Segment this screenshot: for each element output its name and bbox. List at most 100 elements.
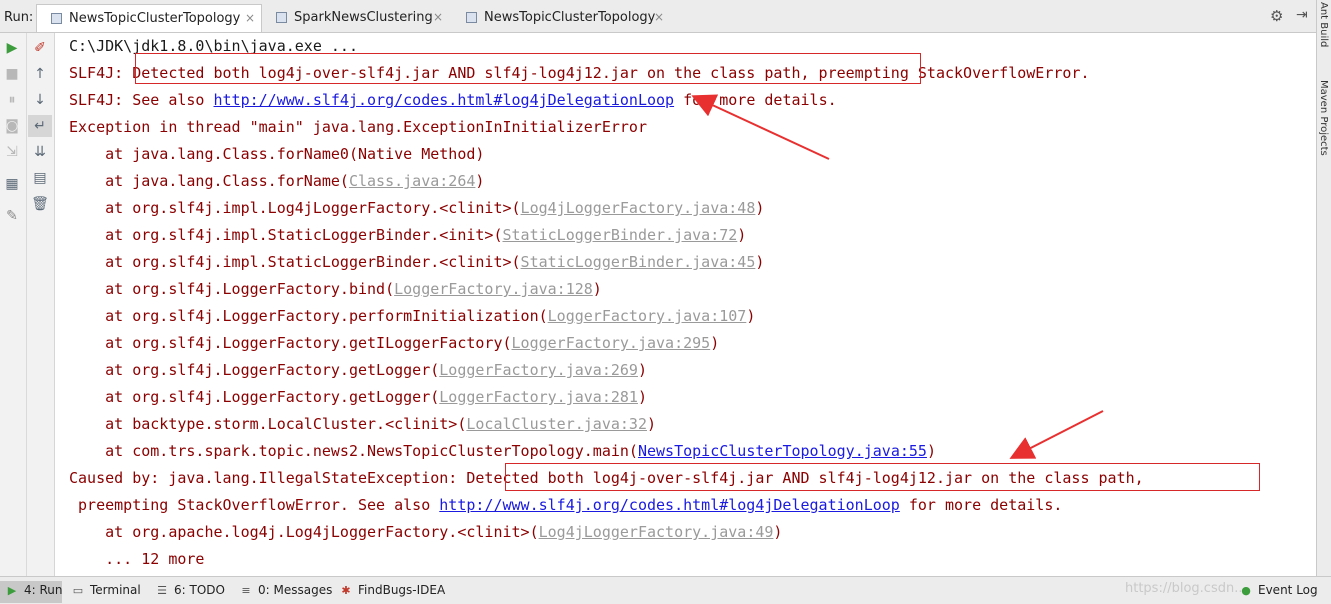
source-link[interactable]: LoggerFactory.java:107 bbox=[548, 307, 747, 325]
application-icon bbox=[51, 13, 62, 24]
source-link[interactable]: LoggerFactory.java:269 bbox=[439, 361, 638, 379]
scroll-to-end-icon[interactable]: ⇊ bbox=[28, 141, 52, 163]
terminal-icon: ▭ bbox=[72, 584, 84, 597]
gear-icon[interactable]: ⚙ bbox=[1270, 7, 1283, 25]
console-line-text: at org.slf4j.LoggerFactory.performInitia… bbox=[69, 307, 548, 325]
toolbar-divider bbox=[26, 33, 27, 576]
tool-terminal[interactable]: ▭ Terminal bbox=[66, 581, 150, 603]
tool-todo[interactable]: ☰ 6: TODO bbox=[150, 581, 230, 603]
tool-messages[interactable]: ≡ 0: Messages bbox=[234, 581, 333, 603]
annotation-arrow bbox=[1009, 410, 1104, 459]
run-toolbar: ▶ ■ ⏸ ◙ ⇲ ▦ ✎ ✐ ↑ ↓ ↵ ⇊ ▤ 🗑 bbox=[0, 33, 54, 576]
console-line-text: at org.slf4j.LoggerFactory.getILoggerFac… bbox=[69, 334, 512, 352]
console-line-suffix: ) bbox=[710, 334, 720, 352]
tab-label: NewsTopicClusterTopology bbox=[484, 10, 656, 25]
tab-news-topic-cluster-topology[interactable]: NewsTopicClusterTopology × bbox=[36, 4, 262, 32]
tool-label: 6: TODO bbox=[174, 583, 225, 597]
console-line-text: at org.slf4j.LoggerFactory.bind( bbox=[69, 280, 395, 298]
print-icon[interactable]: ▤ bbox=[28, 167, 52, 189]
tool-label: Terminal bbox=[90, 583, 141, 597]
console-line-suffix: ) bbox=[637, 388, 647, 406]
console-line-text: Exception in thread "main" java.lang.Exc… bbox=[69, 118, 647, 136]
console-line-text: at org.slf4j.impl.StaticLoggerBinder.<cl… bbox=[69, 253, 521, 271]
run-icon: ▶ bbox=[7, 584, 17, 597]
console-line: at org.apache.log4j.Log4jLoggerFactory.<… bbox=[69, 519, 782, 546]
tab-label: SparkNewsClustering bbox=[294, 10, 433, 25]
close-icon[interactable]: × bbox=[433, 10, 443, 24]
console-line-text: preempting StackOverflowError. See also bbox=[69, 496, 440, 514]
layout-icon[interactable]: ▦ bbox=[0, 173, 24, 195]
source-link[interactable]: LoggerFactory.java:128 bbox=[394, 280, 593, 298]
source-link[interactable]: LocalCluster.java:32 bbox=[466, 415, 647, 433]
tool-label: 4: Run bbox=[24, 583, 63, 597]
console-line-text: SLF4J: Detected both log4j-over-slf4j.ja… bbox=[69, 64, 1090, 82]
source-link[interactable]: Class.java:264 bbox=[349, 172, 475, 190]
source-link[interactable]: LoggerFactory.java:281 bbox=[439, 388, 638, 406]
pause-icon[interactable]: ⏸ bbox=[0, 89, 24, 111]
tool-run[interactable]: ▶ 4: Run bbox=[0, 581, 63, 603]
console-line-suffix: ) bbox=[746, 307, 756, 325]
event-log-icon: ● bbox=[1241, 584, 1251, 597]
tool-label: 0: Messages bbox=[258, 583, 333, 597]
console-line-text: SLF4J: See also bbox=[69, 91, 214, 109]
console-line-suffix: ) bbox=[475, 172, 485, 190]
source-link[interactable]: StaticLoggerBinder.java:72 bbox=[502, 226, 737, 244]
soft-wrap-icon[interactable]: ↵ bbox=[28, 115, 52, 137]
trash-icon[interactable]: 🗑 bbox=[28, 193, 52, 215]
console-line-suffix: ) bbox=[737, 226, 747, 244]
console-line: at org.slf4j.LoggerFactory.bind(LoggerFa… bbox=[69, 276, 602, 303]
tab-news-topic-cluster-topology-2[interactable]: NewsTopicClusterTopology × bbox=[452, 4, 672, 32]
pin-icon[interactable]: ✎ bbox=[0, 205, 24, 227]
tab-spark-news-clustering[interactable]: SparkNewsClustering × bbox=[262, 4, 452, 32]
todo-icon: ☰ bbox=[157, 584, 167, 597]
close-icon[interactable]: × bbox=[245, 11, 255, 25]
console-line: at com.trs.spark.topic.news2.NewsTopicCl… bbox=[69, 438, 936, 465]
console-line: at org.slf4j.LoggerFactory.getILoggerFac… bbox=[69, 330, 719, 357]
source-link[interactable]: http://www.slf4j.org/codes.html#log4jDel… bbox=[439, 496, 900, 514]
source-link[interactable]: StaticLoggerBinder.java:45 bbox=[521, 253, 756, 271]
console-line-text: at backtype.storm.LocalCluster.<clinit>( bbox=[69, 415, 467, 433]
camera-icon[interactable]: ◙ bbox=[0, 115, 24, 137]
stop-icon[interactable]: ■ bbox=[0, 63, 24, 85]
ant-build-tab[interactable]: Ant Build bbox=[1318, 2, 1329, 47]
login-icon[interactable]: ⇲ bbox=[0, 141, 24, 163]
source-link[interactable]: LoggerFactory.java:295 bbox=[512, 334, 711, 352]
console-line-suffix: ) bbox=[755, 253, 765, 271]
console-output[interactable]: C:\JDK\jdk1.8.0\bin\java.exe ... SLF4J: D… bbox=[54, 33, 1317, 576]
tool-findbugs[interactable]: ✱ FindBugs-IDEA bbox=[334, 581, 450, 603]
console-line-suffix: for more details. bbox=[674, 91, 837, 109]
console-line-suffix: ) bbox=[773, 523, 783, 541]
watermark: https://blog.csdn... bbox=[1125, 581, 1247, 596]
rerun-icon[interactable]: ▶ bbox=[0, 37, 24, 59]
run-tab-bar: Run: NewsTopicClusterTopology × SparkNew… bbox=[0, 0, 1331, 33]
application-icon bbox=[276, 12, 287, 23]
edit-configuration-icon[interactable]: ✐ bbox=[28, 37, 52, 59]
tool-label: FindBugs-IDEA bbox=[358, 583, 446, 597]
messages-icon: ≡ bbox=[241, 584, 251, 597]
console-line-text: at com.trs.spark.topic.news2.NewsTopicCl… bbox=[69, 442, 638, 460]
console-line: C:\JDK\jdk1.8.0\bin\java.exe ... bbox=[69, 33, 358, 60]
console-line-text: C:\JDK\jdk1.8.0\bin\java.exe ... bbox=[69, 37, 358, 55]
hide-panel-icon[interactable]: ⇥ bbox=[1296, 7, 1308, 23]
arrow-down-icon[interactable]: ↓ bbox=[28, 89, 52, 111]
console-line-text: at java.lang.Class.forName( bbox=[69, 172, 349, 190]
console-line-text: at org.slf4j.LoggerFactory.getLogger( bbox=[69, 361, 440, 379]
close-icon[interactable]: × bbox=[654, 10, 664, 24]
source-link[interactable]: Log4jLoggerFactory.java:49 bbox=[539, 523, 774, 541]
source-link[interactable]: NewsTopicClusterTopology.java:55 bbox=[638, 442, 927, 460]
tool-label: Event Log bbox=[1258, 583, 1318, 597]
console-line-text: at org.apache.log4j.Log4jLoggerFactory.<… bbox=[69, 523, 539, 541]
event-log-button[interactable]: ● Event Log bbox=[1234, 581, 1324, 603]
bottom-tool-bar: ▶ 4: Run ▭ Terminal ☰ 6: TODO ≡ 0: Messa… bbox=[0, 576, 1331, 604]
console-line-text: at org.slf4j.LoggerFactory.getLogger( bbox=[69, 388, 440, 406]
arrow-up-icon[interactable]: ↑ bbox=[28, 63, 52, 85]
maven-projects-tab[interactable]: Maven Projects bbox=[1318, 80, 1329, 156]
console-line: Exception in thread "main" java.lang.Exc… bbox=[69, 114, 647, 141]
console-line: at backtype.storm.LocalCluster.<clinit>(… bbox=[69, 411, 656, 438]
source-link[interactable]: http://www.slf4j.org/codes.html#log4jDel… bbox=[214, 91, 675, 109]
console-line: Caused by: java.lang.IllegalStateExcepti… bbox=[69, 465, 1144, 492]
source-link[interactable]: Log4jLoggerFactory.java:48 bbox=[521, 199, 756, 217]
console-line-suffix: for more details. bbox=[899, 496, 1063, 514]
console-line: at org.slf4j.impl.StaticLoggerBinder.<cl… bbox=[69, 249, 764, 276]
console-line: at org.slf4j.impl.StaticLoggerBinder.<in… bbox=[69, 222, 746, 249]
